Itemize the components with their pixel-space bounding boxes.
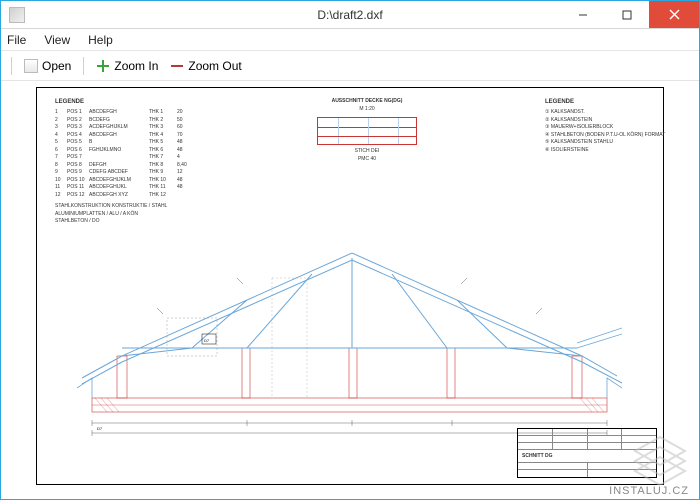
legend-row: ⑥ ISOLIERSTEINE [545, 147, 645, 155]
maximize-button[interactable] [605, 1, 649, 28]
section-sub2: STICH DEI [287, 148, 447, 156]
section-title-block: AUSSCHNITT DECKE NG(DG) M 1:20 STICH DEI… [287, 98, 447, 163]
legend-note: STAHLBETON / DO [55, 218, 235, 226]
menu-help[interactable]: Help [88, 33, 113, 47]
legend-left: LEGENDE 1POS 1ABCDEFGHTHK 1202POS 2BCDEF… [55, 98, 235, 226]
legend-row: 7POS 7THK 74 [55, 154, 235, 162]
legend-row: 2POS 2BCDEFGTHK 250 [55, 117, 235, 125]
watermark-text: INSTALUJ.CZ [609, 485, 689, 497]
legend-row: ⑤ KALKSANDSTEIN STAHLU [545, 139, 645, 147]
legend-row: 4POS 4ABCDEFGHTHK 470 [55, 132, 235, 140]
legend-note: ALUMINIUMPLATTEN / ALU / A KÖN [55, 211, 235, 219]
open-button[interactable]: Open [20, 57, 75, 75]
legend-right-title: LEGENDE [545, 98, 645, 107]
legend-row: 9POS 9CDEFG ABCDEFTHK 912 [55, 169, 235, 177]
zoom-out-icon [170, 59, 184, 73]
section-title: AUSSCHNITT DECKE NG(DG) [287, 98, 447, 106]
minimize-button[interactable] [561, 1, 605, 28]
zoom-out-button[interactable]: Zoom Out [166, 57, 245, 75]
close-icon [669, 9, 680, 20]
menubar: File View Help [1, 29, 699, 51]
legend-row: 11POS 11ABCDEFGHIJKLTHK 1148 [55, 184, 235, 192]
small-detail-table [317, 117, 417, 145]
toolbar: Open Zoom In Zoom Out [1, 51, 699, 81]
section-scale: M 1:20 [287, 106, 447, 114]
section-sub3: PMC 40 [287, 156, 447, 164]
app-icon [9, 7, 25, 23]
drawing-sheet: LEGENDE 1POS 1ABCDEFGHTHK 1202POS 2BCDEF… [36, 87, 664, 485]
legend-row: ③ MAUERW+ISOLIERBLOCK [545, 124, 645, 132]
open-icon [24, 59, 38, 73]
zoom-in-button[interactable]: Zoom In [92, 57, 162, 75]
window-controls [561, 1, 699, 28]
legend-note: STAHLKONSTRUKTION KONSTRUKTIE / STAHL [55, 203, 235, 211]
legend-row: 8POS 8DEFGHTHK 88,40 [55, 162, 235, 170]
legend-row: 12POS 12ABCDEFGH XYZTHK 12 [55, 192, 235, 200]
toolbar-separator [83, 57, 84, 75]
zoom-in-label: Zoom In [114, 59, 158, 73]
legend-row: 5POS 5BTHK 548 [55, 139, 235, 147]
roof-truss-drawing: D7 D7 [77, 248, 622, 443]
legend-row: ④ STAHLBETON (BODEN P.T.U-OL KÖRN) FORMA… [545, 132, 645, 140]
legend-row: 6POS 6FGHIJKLMNOTHK 648 [55, 147, 235, 155]
drawing-canvas[interactable]: LEGENDE 1POS 1ABCDEFGHTHK 1202POS 2BCDEF… [1, 81, 699, 499]
svg-text:D7: D7 [97, 426, 103, 431]
menu-file[interactable]: File [7, 33, 26, 47]
zoom-in-icon [96, 59, 110, 73]
menu-view[interactable]: View [44, 33, 70, 47]
legend-row: 3POS 3ACDEFGHIJKLMTHK 360 [55, 124, 235, 132]
legend-row: 1POS 1ABCDEFGHTHK 120 [55, 109, 235, 117]
legend-row: ② KALKSANDSTEIN [545, 117, 645, 125]
window-title: D:\draft2.dxf [317, 8, 382, 22]
zoom-out-label: Zoom Out [188, 59, 241, 73]
legend-right: LEGENDE ① KALKSANDST.② KALKSANDSTEIN③ MA… [545, 98, 645, 154]
close-button[interactable] [649, 1, 699, 28]
legend-left-title: LEGENDE [55, 98, 235, 107]
toolbar-separator [11, 57, 12, 75]
legend-row: 10POS 10ABCDEFGHIJKLMTHK 1048 [55, 177, 235, 185]
titlebar: D:\draft2.dxf [1, 1, 699, 29]
section-marker: D7 [204, 338, 210, 343]
open-label: Open [42, 59, 71, 73]
legend-row: ① KALKSANDST. [545, 109, 645, 117]
maximize-icon [622, 10, 632, 20]
app-window: D:\draft2.dxf File View Help Open Zoom [0, 0, 700, 500]
watermark-logo [631, 435, 689, 485]
minimize-icon [578, 10, 588, 20]
